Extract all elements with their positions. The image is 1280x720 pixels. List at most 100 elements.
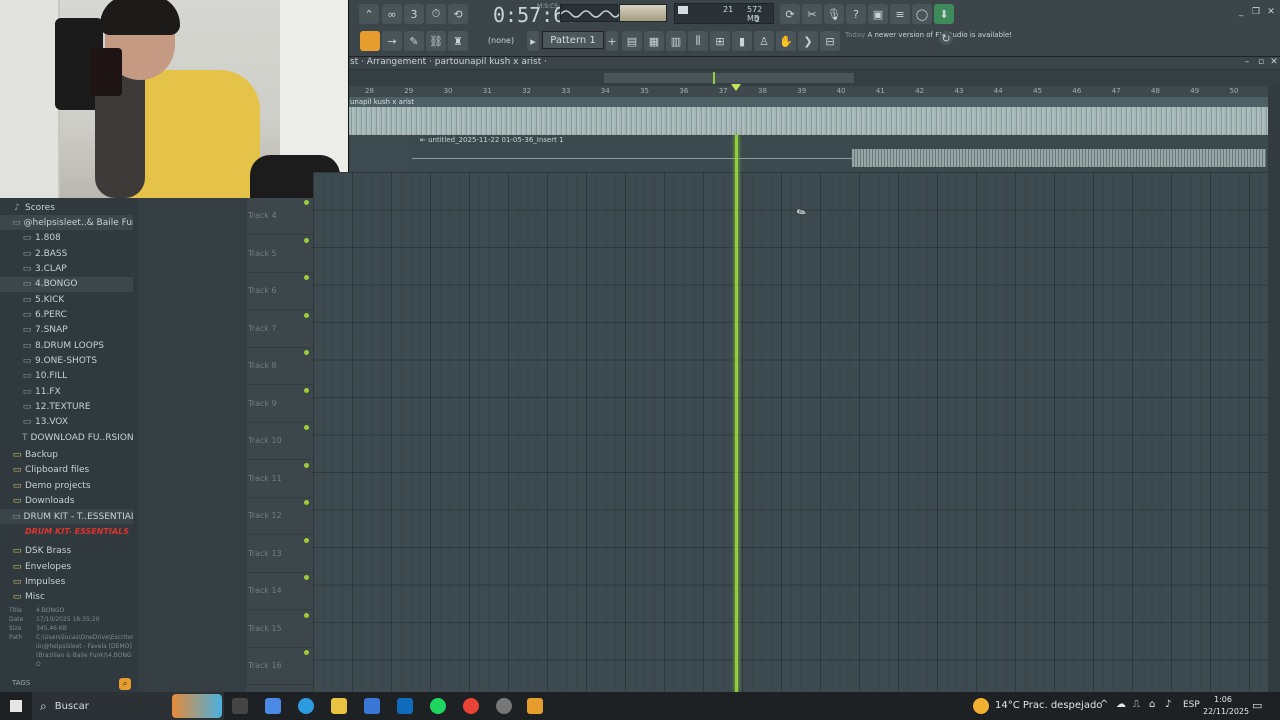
- browser-item[interactable]: DRUM KIT- ESSENTIALS: [0, 524, 133, 539]
- browser-item[interactable]: ▭ 12.TEXTURE: [0, 400, 133, 415]
- update-icon[interactable]: ↻: [939, 31, 953, 45]
- tags-label[interactable]: TAGS: [12, 679, 30, 687]
- task-view-icon[interactable]: [232, 698, 248, 714]
- browser-item[interactable]: ▭ Impulses: [0, 574, 133, 589]
- track-enable-led-icon[interactable]: [304, 312, 309, 318]
- browser-item[interactable]: ▭ 4.BONGO: [0, 276, 133, 292]
- browser-item[interactable]: ▭ 9.ONE-SHOTS: [0, 354, 133, 369]
- track-header[interactable]: Track 15: [247, 611, 313, 648]
- browser-item[interactable]: ▭ DRUM KIT - T..ESSENTIALS: [0, 509, 133, 524]
- taskbar-search[interactable]: ⌕ Buscar: [32, 692, 224, 720]
- add-pattern-icon[interactable]: +: [606, 31, 618, 51]
- pattern-selector[interactable]: Pattern 1: [542, 31, 604, 49]
- copilot-icon[interactable]: [265, 698, 281, 714]
- browser-item[interactable]: ▭ 8.DRUM LOOPS: [0, 338, 133, 353]
- browser-item[interactable]: ▭ Demo projects: [0, 478, 133, 493]
- weather-text[interactable]: 14°C Prac. despejado: [995, 700, 1102, 711]
- play-small-icon[interactable]: ▸: [527, 31, 539, 51]
- outlook-icon[interactable]: [397, 698, 413, 714]
- volume-icon[interactable]: ♪: [1165, 699, 1171, 710]
- pencil-icon[interactable]: ✎: [404, 31, 424, 51]
- shop-icon[interactable]: ⊟: [820, 31, 840, 51]
- track-header[interactable]: Track 8: [247, 348, 313, 385]
- news-panel[interactable]: Today A newer version of FL Studio is av…: [845, 30, 1012, 40]
- track-enable-led-icon[interactable]: [304, 462, 309, 468]
- browser-item[interactable]: ▭ Clipboard files: [0, 463, 133, 478]
- browser-item[interactable]: ▭ 11.FX: [0, 384, 133, 399]
- track-header[interactable]: Track 14: [247, 573, 313, 610]
- plugin-picker-icon[interactable]: ❯: [798, 31, 818, 51]
- save-icon[interactable]: ▣: [868, 4, 888, 24]
- stamp-icon[interactable]: ♜: [448, 31, 468, 51]
- windows-start-icon[interactable]: [10, 700, 22, 712]
- network-icon[interactable]: ⌂: [1149, 699, 1155, 710]
- audio-clip-main[interactable]: unapil kush x arist: [349, 97, 1268, 135]
- arrow-right-icon[interactable]: →: [382, 31, 402, 51]
- playlist-vertical-scrollbar[interactable]: [1268, 86, 1280, 692]
- track-enable-led-icon[interactable]: [304, 237, 309, 243]
- track-header[interactable]: Track 7: [247, 311, 313, 348]
- browser-item[interactable]: ▭@helpsisleet..& Baile Funk): [0, 215, 133, 231]
- browser-item[interactable]: TDOWNLOAD FU..RSION HERE: [0, 430, 133, 445]
- notifications-icon[interactable]: ▭: [1252, 699, 1262, 712]
- track-enable-led-icon[interactable]: [304, 350, 309, 355]
- link-icon[interactable]: ⛓: [426, 31, 446, 51]
- track-header[interactable]: Track 12: [247, 498, 313, 535]
- playlist-minimize-icon[interactable]: –: [1242, 57, 1252, 67]
- browser-item[interactable]: ▭ 1.808: [0, 231, 133, 246]
- track-header[interactable]: Track 4: [247, 198, 313, 235]
- metronome-icon[interactable]: ⏱: [426, 4, 446, 24]
- track-enable-led-icon[interactable]: [304, 650, 309, 655]
- obs-icon[interactable]: [496, 698, 512, 714]
- maximize-icon[interactable]: ❐: [1251, 7, 1261, 17]
- browser-item[interactable]: ♪ Scores: [0, 200, 133, 215]
- loop-record-icon[interactable]: ∞: [382, 4, 402, 24]
- browser-item[interactable]: ▭ Downloads: [0, 494, 133, 509]
- mixer-view-icon[interactable]: ⫼: [688, 31, 708, 51]
- track-header[interactable]: Track 9: [247, 386, 313, 423]
- channel-rack-icon[interactable]: ▦: [644, 31, 664, 51]
- track-enable-led-icon[interactable]: [304, 575, 309, 580]
- track-header[interactable]: Track 13: [247, 536, 313, 573]
- undo-history-icon[interactable]: ⟳: [780, 4, 800, 24]
- track-enable-led-icon[interactable]: [304, 612, 309, 618]
- onedrive-icon[interactable]: ☁: [1116, 699, 1126, 710]
- browser-icon[interactable]: ⊞: [710, 31, 730, 51]
- file-explorer-icon[interactable]: [331, 698, 347, 714]
- browser-item[interactable]: ▭ Misc: [0, 590, 133, 605]
- track-enable-led-icon[interactable]: [304, 200, 309, 205]
- chat-icon[interactable]: ◯: [912, 4, 932, 24]
- track-enable-led-icon[interactable]: [304, 425, 309, 430]
- browser-item[interactable]: ▭ 10.FILL: [0, 369, 133, 384]
- pattern-selector-none[interactable]: (none): [478, 32, 524, 48]
- help-icon[interactable]: ?: [846, 4, 866, 24]
- track-header[interactable]: Track 11: [247, 461, 313, 498]
- clock-time[interactable]: 1:06: [1214, 695, 1232, 704]
- minimize-icon[interactable]: _: [1236, 7, 1246, 17]
- weather-icon[interactable]: [973, 698, 989, 714]
- chrome-icon[interactable]: [463, 698, 479, 714]
- pattern-song-mode-icon[interactable]: [360, 31, 380, 51]
- browser-item[interactable]: ▭ 2.BASS: [0, 246, 133, 261]
- overview-handle[interactable]: [604, 73, 854, 83]
- browser-item[interactable]: ▭ Envelopes: [0, 559, 133, 574]
- cut-tools-icon[interactable]: ✂: [802, 4, 822, 24]
- touch-icon[interactable]: ✋: [776, 31, 796, 51]
- snap-icon[interactable]: ⌃: [359, 4, 379, 24]
- timeline-scroll-overview[interactable]: [349, 70, 1280, 86]
- countdown-icon[interactable]: ⟲: [448, 4, 468, 24]
- playhead-marker-icon[interactable]: [731, 84, 741, 91]
- playlist-close-icon[interactable]: ✕: [1269, 57, 1279, 67]
- search-icon[interactable]: ⌕: [119, 678, 131, 690]
- browser-item[interactable]: ▭ 7.SNAP: [0, 323, 133, 338]
- track-header[interactable]: Track 5: [247, 236, 313, 273]
- usb-icon[interactable]: ⎍: [1133, 699, 1140, 710]
- timeline-ruler[interactable]: 28 29 30 31 32 33 34 35 36 37 38 39 40 41 42 43 44 45 46 47…: [349, 86, 1268, 97]
- track-enable-led-icon[interactable]: [304, 537, 309, 543]
- playlist-grid[interactable]: [313, 172, 1268, 692]
- browser-item[interactable]: ▭ 5.KICK: [0, 292, 133, 307]
- language-indicator[interactable]: ESP: [1183, 700, 1200, 710]
- browser-item[interactable]: ▭ Backup: [0, 448, 133, 463]
- track-enable-led-icon[interactable]: [304, 500, 309, 505]
- browser-item[interactable]: ▭ 13.VOX: [0, 415, 133, 430]
